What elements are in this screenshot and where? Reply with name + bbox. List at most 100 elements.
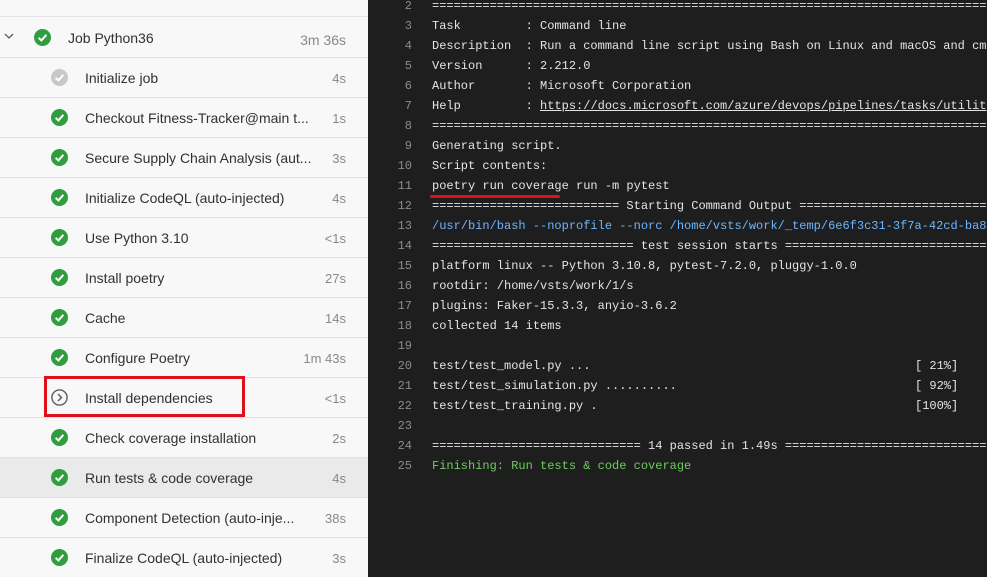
log-text: ========================== Starting Comm… <box>432 199 987 213</box>
step-duration: 1m 43s <box>303 351 346 366</box>
step-duration: 27s <box>325 271 346 286</box>
log-line: 5 Version : 2.212.0 <box>368 56 987 76</box>
step-label: Install dependencies <box>85 390 213 406</box>
log-line-number: 4 <box>404 39 412 53</box>
step-duration: 3s <box>332 151 346 166</box>
step-row[interactable]: Finalize CodeQL (auto-injected) 3s <box>0 538 368 577</box>
log-line: 23 <box>368 416 987 436</box>
log-text: platform linux -- Python 3.10.8, pytest-… <box>432 259 857 273</box>
step-row[interactable]: Cache 14s <box>0 298 368 338</box>
step-row[interactable]: Install poetry 27s <box>0 258 368 298</box>
log-line: 12 ========================== Starting Co… <box>368 196 987 216</box>
step-duration: <1s <box>324 231 346 246</box>
log-line-number: 6 <box>404 79 412 93</box>
step-label: Use Python 3.10 <box>85 230 189 246</box>
step-row[interactable]: Check coverage installation 2s <box>0 418 368 458</box>
step-duration: 3s <box>332 551 346 566</box>
step-row[interactable]: Initialize job 4s <box>0 58 368 98</box>
log-line: 2 =======================================… <box>368 0 987 16</box>
step-row[interactable]: Configure Poetry 1m 43s <box>0 338 368 378</box>
step-row[interactable]: Secure Supply Chain Analysis (aut... 3s <box>0 138 368 178</box>
log-line-number: 7 <box>404 99 412 113</box>
log-line: 17 plugins: Faker-15.3.3, anyio-3.6.2 <box>368 296 987 316</box>
log-line-text: ========================================… <box>432 116 987 136</box>
step-row[interactable]: Component Detection (auto-inje... 38s <box>0 498 368 538</box>
log-line-text: Help : https://docs.microsoft.com/azure/… <box>432 96 987 116</box>
log-line-text: collected 14 items <box>432 316 562 336</box>
log-line: 11 poetry run coverage run -m pytest <box>368 176 987 196</box>
log-text: Finishing: Run tests & code coverage <box>432 459 692 473</box>
log-line-text: test/test_model.py ... <box>432 356 590 376</box>
log-line-text: test/test_simulation.py .......... <box>432 376 677 396</box>
previous-row-edge <box>0 0 368 17</box>
log-text: ========================================… <box>432 119 987 133</box>
step-duration: 4s <box>332 71 346 86</box>
check-circle-icon <box>51 189 68 206</box>
log-text: rootdir: /home/vsts/work/1/s <box>432 279 634 293</box>
step-label: Checkout Fitness-Tracker@main t... <box>85 110 309 126</box>
log-line-text: Task : Command line <box>432 16 626 36</box>
step-duration: 14s <box>325 311 346 326</box>
check-circle-icon <box>51 469 68 486</box>
log-line-number: 16 <box>397 279 412 293</box>
step-row[interactable]: Install dependencies <1s <box>0 378 368 418</box>
log-line-number: 9 <box>404 139 412 153</box>
job-row[interactable]: Job Python36 3m 36s <box>0 18 368 58</box>
step-duration: <1s <box>324 391 346 406</box>
log-line-text: poetry run coverage run -m pytest <box>432 176 670 196</box>
step-row[interactable]: Use Python 3.10 <1s <box>0 218 368 258</box>
log-line: 18 collected 14 items <box>368 316 987 336</box>
log-line-text: Author : Microsoft Corporation <box>432 76 691 96</box>
step-row[interactable]: Initialize CodeQL (auto-injected) 4s <box>0 178 368 218</box>
log-line: 9 Generating script. <box>368 136 987 156</box>
log-line-text: Description : Run a command line script … <box>432 36 987 56</box>
log-line-number: 10 <box>397 159 412 173</box>
chevron-down-icon[interactable] <box>3 30 15 42</box>
log-text: Generating script. <box>432 139 562 153</box>
help-link[interactable]: https://docs.microsoft.com/azure/devops/… <box>540 99 987 113</box>
log-text: plugins: Faker-15.3.3, anyio-3.6.2 <box>432 299 677 313</box>
chevron-right-circle-icon <box>51 389 68 406</box>
log-text: Help : <box>432 99 541 113</box>
test-progress-percent: [ 92%] <box>915 379 959 393</box>
log-line-number: 24 <box>397 439 412 453</box>
log-line-number: 21 <box>397 379 412 393</box>
log-line-text: test/test_training.py . <box>432 396 598 416</box>
step-row[interactable]: Checkout Fitness-Tracker@main t... 1s <box>0 98 368 138</box>
log-line: 19 <box>368 336 987 356</box>
log-line: 7 Help : https://docs.microsoft.com/azure… <box>368 96 987 116</box>
log-line-text: rootdir: /home/vsts/work/1/s <box>432 276 634 296</box>
log-text: ============================= 14 passed … <box>432 439 987 453</box>
test-progress-percent: [ 21%] <box>915 359 959 373</box>
annotation-underline <box>430 195 560 198</box>
log-line: 13/usr/bin/bash --noprofile --norc /home… <box>368 216 987 236</box>
log-line-number: 20 <box>397 359 412 373</box>
log-line-number: 13 <box>397 219 412 233</box>
check-circle-icon <box>51 549 68 566</box>
check-circle-icon <box>51 429 68 446</box>
log-line: 4 Description : Run a command line script… <box>368 36 987 56</box>
log-line-number: 5 <box>404 59 412 73</box>
log-line-number: 18 <box>397 319 412 333</box>
log-line-number: 8 <box>404 119 412 133</box>
log-line-text: plugins: Faker-15.3.3, anyio-3.6.2 <box>432 296 677 316</box>
step-duration: 1s <box>332 111 346 126</box>
step-duration: 4s <box>332 191 346 206</box>
log-text: Author : Microsoft Corporation <box>432 79 692 93</box>
check-circle-icon <box>34 29 51 46</box>
log-text: collected 14 items <box>432 319 562 333</box>
step-label: Check coverage installation <box>85 430 257 446</box>
job-duration: 3m 36s <box>300 32 346 48</box>
log-line-text: ============================ test sessio… <box>432 236 987 256</box>
log-panel: 2 =======================================… <box>368 0 987 577</box>
log-line-number: 15 <box>397 259 412 273</box>
step-row[interactable]: Run tests & code coverage 4s <box>0 458 368 498</box>
log-line: 20 test/test_model.py ... [ 21%] <box>368 356 987 376</box>
log-line-text: /usr/bin/bash --noprofile --norc /home/v… <box>432 216 987 236</box>
test-progress-percent: [100%] <box>915 399 959 413</box>
log-text: ========================================… <box>432 0 987 13</box>
log-text: test/test_simulation.py .......... <box>432 379 677 393</box>
log-line-number: 23 <box>397 419 412 433</box>
log-line-text: ========================================… <box>432 0 987 16</box>
log-line: 22 test/test_training.py . [100%] <box>368 396 987 416</box>
